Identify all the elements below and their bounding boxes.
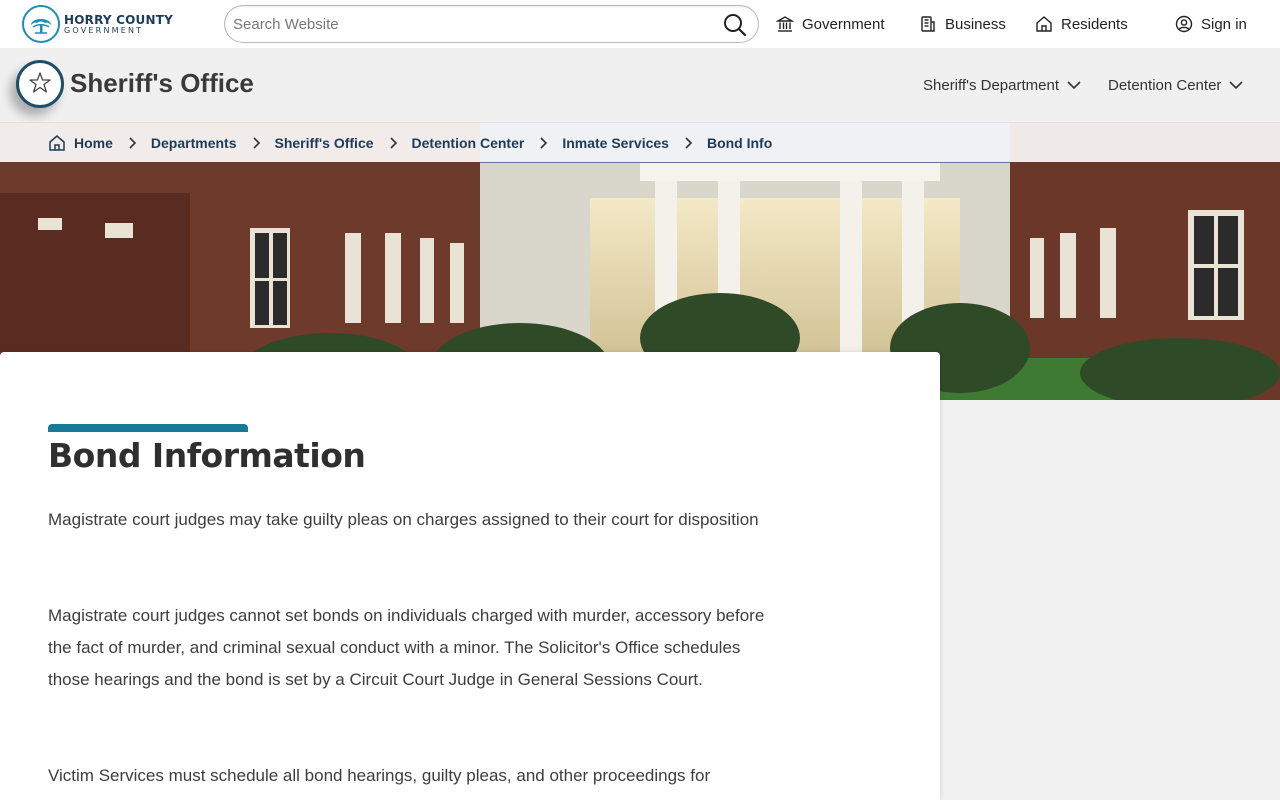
chevron-right-icon bbox=[252, 136, 260, 149]
nav-government-label: Government bbox=[802, 15, 885, 33]
government-icon bbox=[775, 15, 795, 33]
breadcrumb: Home Departments Sheriff's Office Detent… bbox=[0, 123, 1280, 162]
logo-title: HORRY COUNTY bbox=[64, 12, 174, 27]
breadcrumb-home[interactable]: Home bbox=[74, 135, 113, 151]
page-title: Bond Information bbox=[48, 436, 366, 475]
chevron-right-icon bbox=[540, 136, 548, 149]
home-icon[interactable] bbox=[48, 134, 66, 152]
breadcrumb-inmate-services[interactable]: Inmate Services bbox=[562, 135, 669, 151]
search-box bbox=[224, 5, 759, 43]
chevron-right-icon bbox=[685, 136, 693, 149]
sign-in-label: Sign in bbox=[1201, 15, 1247, 33]
business-icon bbox=[919, 15, 937, 33]
dept-nav-label: Detention Center bbox=[1108, 77, 1222, 94]
breadcrumb-detention-center[interactable]: Detention Center bbox=[412, 135, 525, 151]
nav-residents[interactable]: Residents bbox=[1035, 0, 1128, 48]
site-logo[interactable]: HORRY COUNTY GOVERNMENT bbox=[22, 5, 173, 43]
chevron-right-icon bbox=[129, 136, 137, 149]
paragraph: Magistrate court judges may take guilty … bbox=[48, 510, 759, 529]
dept-nav-label: Sheriff's Department bbox=[923, 77, 1059, 94]
paragraph: Magistrate court judges cannot set bonds… bbox=[48, 606, 765, 689]
star-badge-icon bbox=[16, 60, 64, 108]
nav-business[interactable]: Business bbox=[919, 0, 1006, 48]
nav-government[interactable]: Government bbox=[775, 0, 885, 48]
residents-icon bbox=[1035, 15, 1053, 33]
chevron-right-icon bbox=[389, 136, 397, 149]
sign-in-link[interactable]: Sign in bbox=[1175, 0, 1247, 48]
dept-nav-sheriffs-department[interactable]: Sheriff's Department bbox=[923, 48, 1081, 123]
content-card: Bond Information Magistrate court judges… bbox=[0, 352, 940, 800]
search-input[interactable] bbox=[233, 14, 703, 34]
paragraph: Victim Services must schedule all bond h… bbox=[48, 766, 711, 785]
nav-residents-label: Residents bbox=[1061, 15, 1128, 33]
department-title[interactable]: Sheriff's Office bbox=[70, 68, 254, 99]
user-icon bbox=[1175, 15, 1193, 33]
breadcrumb-departments[interactable]: Departments bbox=[151, 135, 237, 151]
chevron-down-icon bbox=[1067, 81, 1081, 90]
breadcrumb-bond-info[interactable]: Bond Info bbox=[707, 135, 772, 151]
top-bar: HORRY COUNTY GOVERNMENT Government bbox=[0, 0, 1280, 48]
department-header: Sheriff's Office Sheriff's Department De… bbox=[0, 48, 1280, 123]
nav-business-label: Business bbox=[945, 15, 1006, 33]
heading-accent-bar bbox=[48, 424, 248, 432]
tree-logo-icon bbox=[22, 5, 60, 43]
dept-nav-detention-center[interactable]: Detention Center bbox=[1108, 48, 1243, 123]
logo-subtitle: GOVERNMENT bbox=[64, 25, 144, 35]
chevron-down-icon bbox=[1229, 81, 1243, 90]
breadcrumb-sheriffs-office[interactable]: Sheriff's Office bbox=[275, 135, 374, 151]
search-icon[interactable] bbox=[722, 12, 748, 38]
